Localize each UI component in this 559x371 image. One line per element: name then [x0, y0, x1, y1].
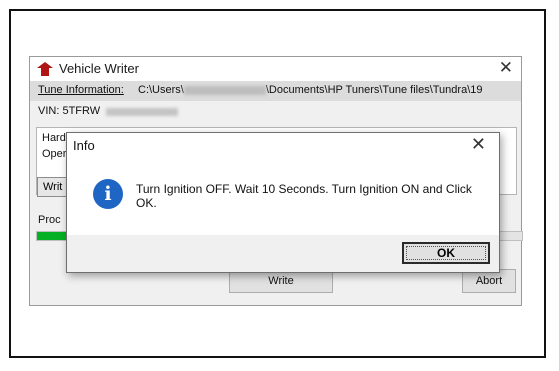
process-label: Proc	[38, 214, 61, 226]
vin-row: VIN: 5TFRW	[30, 101, 521, 121]
window-title: Vehicle Writer	[59, 61, 139, 76]
app-logo-icon	[37, 62, 53, 76]
info-icon: i	[93, 179, 123, 209]
close-icon[interactable]: ✕	[499, 58, 513, 78]
tune-information-label: Tune Information:	[38, 84, 124, 96]
operating-text: Oper	[42, 148, 67, 160]
tune-information-row: Tune Information: C:\Users\ \Documents\HP…	[30, 81, 521, 101]
vehicle-writer-title-bar[interactable]: Vehicle Writer ✕	[30, 57, 521, 81]
tune-file-path: C:\Users\ \Documents\HP Tuners\Tune files…	[138, 84, 483, 96]
redacted-vin	[106, 108, 178, 116]
dialog-footer: OK	[67, 235, 499, 272]
path-start: C:\Users\	[138, 84, 184, 96]
redacted-username	[183, 85, 266, 95]
dialog-title: Info	[73, 138, 95, 153]
ok-button[interactable]: OK	[402, 242, 490, 264]
dialog-message: Turn Ignition OFF. Wait 10 Seconds. Turn…	[136, 182, 472, 210]
vin-label: VIN: 5TFRW	[38, 105, 101, 117]
dialog-close-icon[interactable]: ✕	[471, 134, 486, 155]
hardware-text: Hard	[42, 132, 66, 144]
info-dialog: Info ✕ i Turn Ignition OFF. Wait 10 Seco…	[66, 132, 500, 273]
path-end: \Documents\HP Tuners\Tune files\Tundra\1…	[265, 84, 483, 96]
